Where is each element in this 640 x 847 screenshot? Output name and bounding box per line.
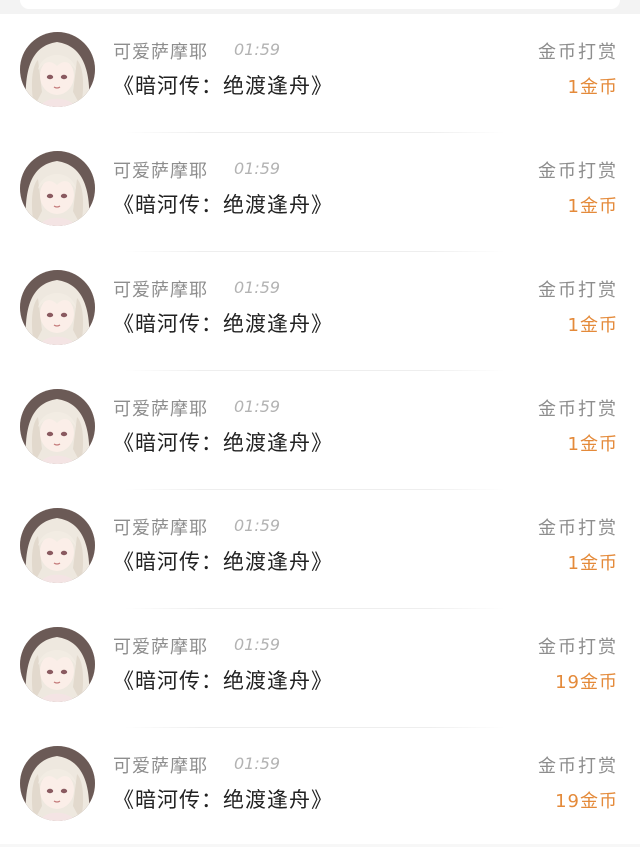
reward-row[interactable]: 可爱萨摩耶 01:59 《暗河传：绝渡逢舟》 金币打赏 1金币 — [0, 490, 640, 609]
reward-row[interactable]: 可爱萨摩耶 01:59 《暗河传：绝渡逢舟》 金币打赏 1金币 — [0, 133, 640, 252]
reward-amount: 1金币 — [567, 434, 618, 455]
reward-row[interactable]: 可爱萨摩耶 01:59 《暗河传：绝渡逢舟》 金币打赏 1金币 — [0, 14, 640, 133]
reward-amount: 1金币 — [567, 553, 618, 574]
book-title: 《暗河传：绝渡逢舟》 — [113, 788, 333, 812]
reward-row[interactable]: 可爱萨摩耶 01:59 《暗河传：绝渡逢舟》 金币打赏 19金币 — [0, 609, 640, 728]
reward-amount: 19金币 — [555, 791, 618, 812]
reward-time: 01:59 — [234, 397, 281, 416]
avatar[interactable] — [20, 32, 95, 107]
reward-type: 金币打赏 — [538, 161, 618, 182]
book-title: 《暗河传：绝渡逢舟》 — [113, 669, 333, 693]
avatar[interactable] — [20, 627, 95, 702]
reward-amount: 1金币 — [567, 196, 618, 217]
reward-time: 01:59 — [234, 635, 281, 654]
reward-time: 01:59 — [234, 159, 281, 178]
reward-type: 金币打赏 — [538, 280, 618, 301]
reward-list[interactable]: 可爱萨摩耶 01:59 《暗河传：绝渡逢舟》 金币打赏 1金币 可爱萨摩耶 01… — [0, 14, 640, 844]
book-title: 《暗河传：绝渡逢舟》 — [113, 550, 333, 574]
reward-type: 金币打赏 — [538, 756, 618, 777]
username: 可爱萨摩耶 — [113, 42, 208, 63]
username: 可爱萨摩耶 — [113, 756, 208, 777]
reward-type: 金币打赏 — [538, 399, 618, 420]
reward-type: 金币打赏 — [538, 637, 618, 658]
username: 可爱萨摩耶 — [113, 280, 208, 301]
reward-time: 01:59 — [234, 516, 281, 535]
reward-type: 金币打赏 — [538, 42, 618, 63]
reward-time: 01:59 — [234, 40, 281, 59]
username: 可爱萨摩耶 — [113, 161, 208, 182]
reward-amount: 1金币 — [567, 315, 618, 336]
book-title: 《暗河传：绝渡逢舟》 — [113, 312, 333, 336]
avatar[interactable] — [20, 746, 95, 821]
reward-amount: 1金币 — [567, 77, 618, 98]
sheet-edge — [20, 0, 620, 9]
reward-type: 金币打赏 — [538, 518, 618, 539]
reward-time: 01:59 — [234, 278, 281, 297]
reward-amount: 19金币 — [555, 672, 618, 693]
book-title: 《暗河传：绝渡逢舟》 — [113, 431, 333, 455]
avatar[interactable] — [20, 270, 95, 345]
reward-row[interactable]: 可爱萨摩耶 01:59 《暗河传：绝渡逢舟》 金币打赏 1金币 — [0, 252, 640, 371]
reward-time: 01:59 — [234, 754, 281, 773]
avatar[interactable] — [20, 151, 95, 226]
reward-row[interactable]: 可爱萨摩耶 01:59 《暗河传：绝渡逢舟》 金币打赏 1金币 — [0, 371, 640, 490]
book-title: 《暗河传：绝渡逢舟》 — [113, 193, 333, 217]
reward-row[interactable]: 可爱萨摩耶 01:59 《暗河传：绝渡逢舟》 金币打赏 19金币 — [0, 728, 640, 847]
username: 可爱萨摩耶 — [113, 637, 208, 658]
username: 可爱萨摩耶 — [113, 518, 208, 539]
avatar[interactable] — [20, 508, 95, 583]
book-title: 《暗河传：绝渡逢舟》 — [113, 74, 333, 98]
avatar[interactable] — [20, 389, 95, 464]
top-sheet-edge — [0, 0, 640, 14]
username: 可爱萨摩耶 — [113, 399, 208, 420]
